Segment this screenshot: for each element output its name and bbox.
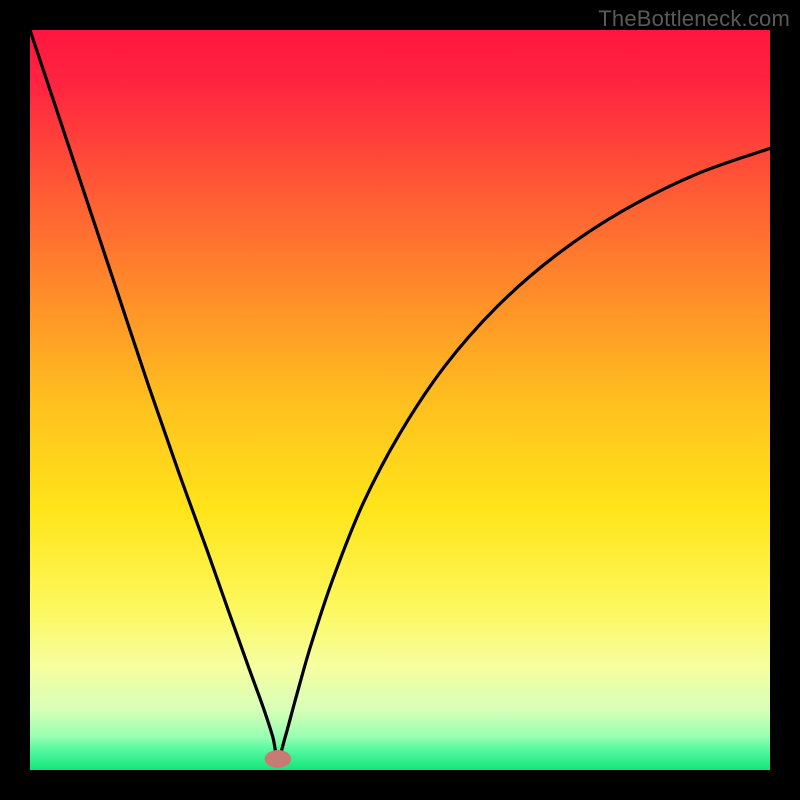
chart-stage: TheBottleneck.com <box>0 0 800 800</box>
plot-svg <box>30 30 770 770</box>
optimal-point-marker <box>265 750 292 768</box>
watermark-text: TheBottleneck.com <box>598 6 790 32</box>
plot-area <box>30 30 770 770</box>
gradient-background <box>30 30 770 770</box>
